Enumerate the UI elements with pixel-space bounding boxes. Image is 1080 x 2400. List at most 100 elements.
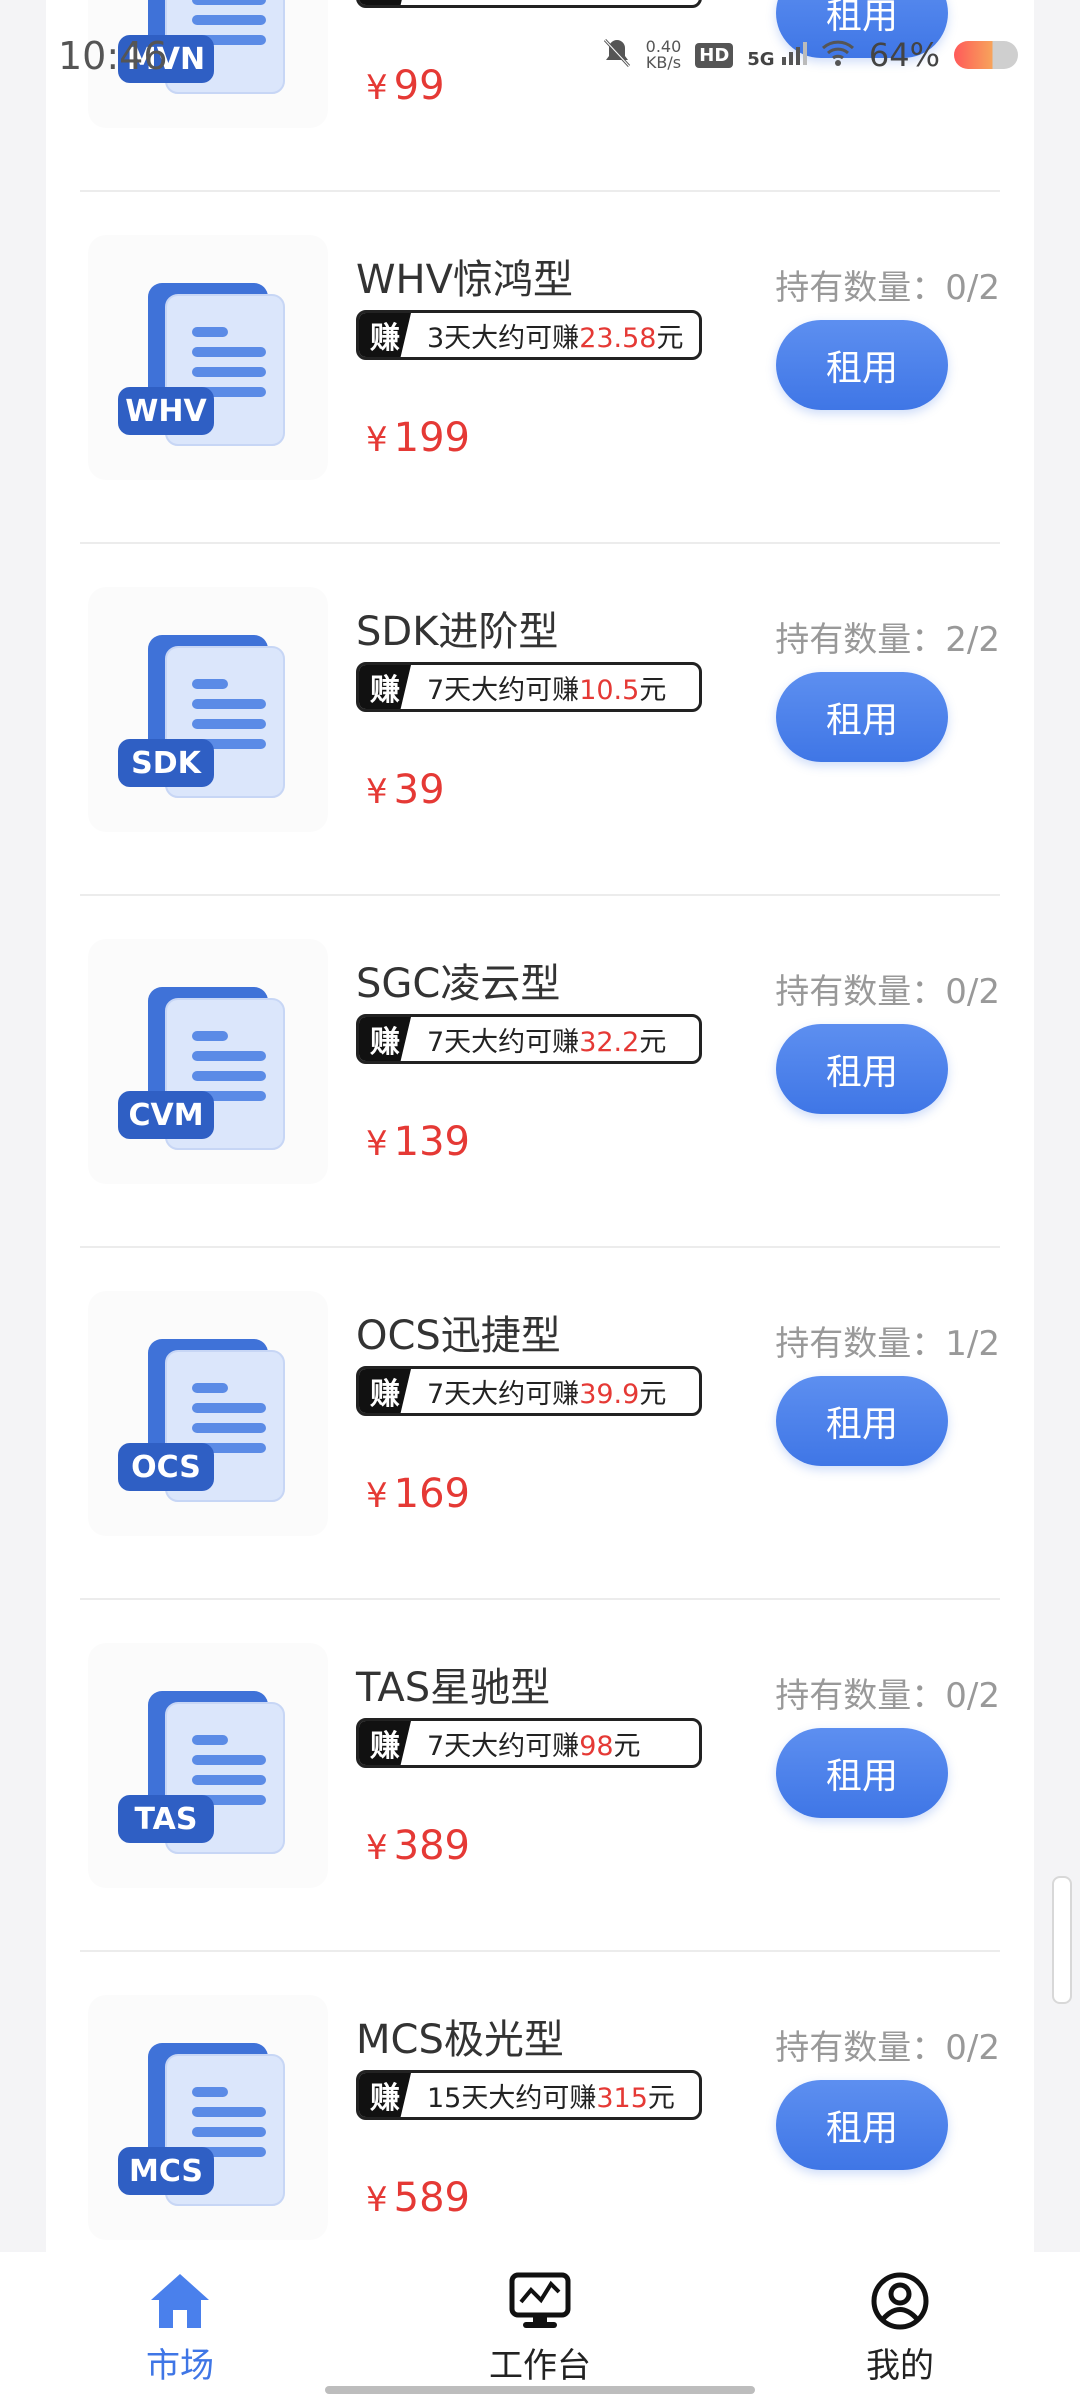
rent-button[interactable]: 租用 xyxy=(776,2080,948,2170)
signal-label: 5G xyxy=(747,48,775,70)
earn-badge: 赚 7天大约可赚98元 xyxy=(356,1718,702,1768)
product-icon-code: TAS xyxy=(135,1802,198,1837)
earn-tag: 赚 xyxy=(359,2073,411,2117)
holding-quantity: 持有数量：0/2 xyxy=(775,1676,1000,1716)
price-value: 139 xyxy=(393,1119,470,1165)
product-icon: TAS xyxy=(88,1643,328,1888)
product-icon: WHV xyxy=(88,235,328,480)
monitor-icon xyxy=(509,2272,571,2328)
net-speed: 0.40 KB/s xyxy=(646,39,682,71)
price-currency: ¥ xyxy=(366,1124,388,1164)
earn-amount: 98 xyxy=(579,1730,614,1762)
battery-percent: 64% xyxy=(868,36,940,74)
earn-prefix: 7天大约可赚 xyxy=(427,1378,580,1410)
earn-badge: 赚 3天大约可赚23.58元 xyxy=(356,310,702,360)
earn-unit: 元 xyxy=(656,322,684,354)
price-currency: ¥ xyxy=(366,1476,388,1516)
product-row[interactable]: CVM SGC凌云型 赚 7天大约可赚32.2元 ¥139 持有数量：0/2 租… xyxy=(80,894,1000,1248)
signal-icon: 5G xyxy=(747,41,807,70)
earn-text: 3天大约可赚23.58元 xyxy=(427,316,683,355)
tab-workbench-label: 工作台 xyxy=(489,2346,591,2386)
earn-badge: 赚 15天大约可赚315元 xyxy=(356,2070,702,2120)
earn-prefix: 3天大约可赚 xyxy=(427,322,580,354)
product-row[interactable]: OCS OCS迅捷型 赚 7天大约可赚39.9元 ¥169 持有数量：1/2 租… xyxy=(80,1246,1000,1600)
earn-amount: 39.9 xyxy=(579,1378,640,1410)
price-value: 39 xyxy=(393,767,445,813)
earn-tag: 赚 xyxy=(359,1721,411,1765)
earn-badge: 赚 7天大约可赚10.5元 xyxy=(356,662,702,712)
rent-button[interactable]: 租用 xyxy=(776,1376,948,1466)
rent-button[interactable]: 租用 xyxy=(776,1728,948,1818)
price-currency: ¥ xyxy=(366,420,388,460)
rent-button[interactable]: 租用 xyxy=(776,320,948,410)
rent-button[interactable]: 租用 xyxy=(776,1024,948,1114)
earn-unit: 元 xyxy=(639,1378,667,1410)
product-icon: MCS xyxy=(88,1995,328,2240)
earn-text: 7天大约可赚98元 xyxy=(427,1724,641,1763)
tab-workbench[interactable]: 工作台 xyxy=(440,2270,640,2387)
product-icon-code: SDK xyxy=(131,746,203,781)
earn-unit: 元 xyxy=(613,1730,641,1762)
product-icon-code: MCS xyxy=(129,2154,203,2189)
product-icon-code: WHV xyxy=(125,394,207,429)
earn-unit: 元 xyxy=(639,1026,667,1058)
product-row[interactable]: SDK SDK进阶型 赚 7天大约可赚10.5元 ¥39 持有数量：2/2 租用 xyxy=(80,542,1000,896)
earn-text: 7天大约可赚39.9元 xyxy=(427,1372,666,1411)
product-name: MCS极光型 xyxy=(356,2017,564,2063)
battery-icon xyxy=(954,41,1018,69)
status-bar: 10:46 0.40 KB/s HD 5G 64% xyxy=(0,0,1080,115)
user-icon xyxy=(871,2272,929,2330)
earn-tag: 赚 xyxy=(359,313,411,357)
bottom-tab-bar: 市场 工作台 我的 xyxy=(0,2252,1080,2400)
tab-market[interactable]: 市场 xyxy=(80,2270,280,2387)
product-row[interactable]: MCS MCS极光型 赚 15天大约可赚315元 ¥589 持有数量：0/2 租… xyxy=(80,1950,1000,2304)
earn-prefix: 7天大约可赚 xyxy=(427,1730,580,1762)
earn-tag: 赚 xyxy=(359,1369,411,1413)
earn-prefix: 15天大约可赚 xyxy=(427,2082,597,2114)
product-name: OCS迅捷型 xyxy=(356,1313,561,1359)
tab-market-label: 市场 xyxy=(146,2346,214,2386)
product-name: WHV惊鸿型 xyxy=(356,257,573,303)
product-name: SDK进阶型 xyxy=(356,609,559,655)
product-price: ¥169 xyxy=(366,1471,470,1517)
product-price: ¥139 xyxy=(366,1119,470,1165)
earn-amount: 23.58 xyxy=(579,322,657,354)
home-icon xyxy=(151,2274,209,2328)
earn-text: 15天大约可赚315元 xyxy=(427,2076,675,2115)
product-icon: OCS xyxy=(88,1291,328,1536)
status-time: 10:46 xyxy=(58,34,168,78)
product-price: ¥39 xyxy=(366,767,445,813)
product-icon: SDK xyxy=(88,587,328,832)
earn-unit: 元 xyxy=(639,674,667,706)
price-value: 589 xyxy=(393,2175,470,2221)
earn-text: 7天大约可赚32.2元 xyxy=(427,1020,666,1059)
product-price: ¥589 xyxy=(366,2175,470,2221)
tab-mine-label: 我的 xyxy=(866,2346,934,2386)
earn-badge: 赚 7天大约可赚39.9元 xyxy=(356,1366,702,1416)
tab-mine[interactable]: 我的 xyxy=(800,2270,1000,2387)
holding-quantity: 持有数量：2/2 xyxy=(775,620,1000,660)
scroll-indicator[interactable] xyxy=(1052,1876,1072,2004)
price-currency: ¥ xyxy=(366,1828,388,1868)
holding-quantity: 持有数量：0/2 xyxy=(775,2028,1000,2068)
holding-quantity: 持有数量：0/2 xyxy=(775,268,1000,308)
hd-icon: HD xyxy=(695,42,734,68)
product-price: ¥389 xyxy=(366,1823,470,1869)
earn-tag: 赚 xyxy=(359,665,411,709)
product-icon-code: CVM xyxy=(128,1098,203,1133)
product-row[interactable]: WHV WHV惊鸿型 赚 3天大约可赚23.58元 ¥199 持有数量：0/2 … xyxy=(80,190,1000,544)
earn-unit: 元 xyxy=(647,2082,675,2114)
product-row[interactable]: TAS TAS星驰型 赚 7天大约可赚98元 ¥389 持有数量：0/2 租用 xyxy=(80,1598,1000,1952)
wifi-icon xyxy=(821,39,855,71)
product-icon: CVM xyxy=(88,939,328,1184)
price-currency: ¥ xyxy=(366,2180,388,2220)
earn-tag: 赚 xyxy=(359,1017,411,1061)
home-indicator[interactable] xyxy=(325,2386,755,2394)
holding-quantity: 持有数量：1/2 xyxy=(775,1324,1000,1364)
net-speed-unit: KB/s xyxy=(645,53,682,72)
earn-amount: 315 xyxy=(596,2082,648,2114)
earn-prefix: 7天大约可赚 xyxy=(427,1026,580,1058)
product-name: TAS星驰型 xyxy=(356,1665,551,1711)
rent-button[interactable]: 租用 xyxy=(776,672,948,762)
price-value: 389 xyxy=(393,1823,470,1869)
